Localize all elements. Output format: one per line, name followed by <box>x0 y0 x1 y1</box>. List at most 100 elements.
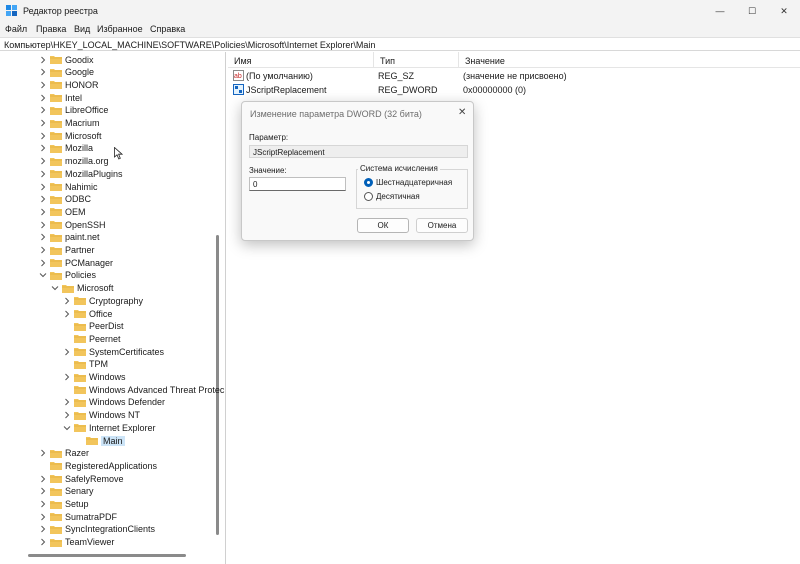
ok-button[interactable]: ОК <box>357 218 409 233</box>
chevron-right-icon[interactable] <box>38 169 48 179</box>
tree-item[interactable]: Peernet <box>62 332 121 345</box>
tree-horizontal-scrollbar[interactable] <box>28 554 186 557</box>
tree-item[interactable]: Nahimic <box>38 180 98 193</box>
menu-favorites[interactable]: Избранное <box>97 24 143 34</box>
chevron-right-icon[interactable] <box>38 67 48 77</box>
chevron-right-icon[interactable] <box>62 296 72 306</box>
tree-item[interactable]: Setup <box>38 498 89 511</box>
chevron-right-icon[interactable] <box>38 258 48 268</box>
tree-item[interactable]: SystemCertificates <box>62 345 164 358</box>
tree-item[interactable]: Senary <box>38 485 94 498</box>
tree-item[interactable]: SyncIntegrationClients <box>38 523 155 536</box>
tree-item[interactable]: Windows <box>62 371 126 384</box>
tree-item[interactable]: Windows NT <box>62 409 140 422</box>
menu-file[interactable]: Файл <box>5 24 27 34</box>
chevron-right-icon[interactable] <box>38 80 48 90</box>
chevron-right-icon[interactable] <box>38 486 48 496</box>
title-bar: Редактор реестра — ☐ ✕ <box>0 0 800 22</box>
chevron-right-icon[interactable] <box>38 182 48 192</box>
hex-radio-label[interactable]: Шестнадцатеричная <box>376 178 452 187</box>
hex-radio[interactable] <box>364 178 373 187</box>
chevron-right-icon[interactable] <box>38 499 48 509</box>
chevron-right-icon[interactable] <box>38 245 48 255</box>
address-bar[interactable]: Компьютер\HKEY_LOCAL_MACHINE\SOFTWARE\Po… <box>0 37 800 51</box>
tree-item[interactable]: Partner <box>38 244 95 257</box>
cancel-button[interactable]: Отмена <box>416 218 468 233</box>
tree-item[interactable]: Microsoft <box>50 282 114 295</box>
tree-item[interactable]: Mozilla <box>38 142 93 155</box>
tree-item[interactable]: Razer <box>38 447 89 460</box>
tree-item[interactable]: mozilla.org <box>38 155 109 168</box>
tree-item[interactable]: Goodix <box>38 53 94 66</box>
tree-item[interactable]: Microsoft <box>38 129 102 142</box>
column-header-value[interactable]: Значение <box>459 52 800 68</box>
chevron-right-icon[interactable] <box>38 194 48 204</box>
tree-item-label: SumatraPDF <box>65 511 118 522</box>
menu-edit[interactable]: Правка <box>36 24 66 34</box>
chevron-down-icon[interactable] <box>38 270 48 280</box>
tree-item[interactable]: OEM <box>38 205 86 218</box>
value-row-jscriptreplacement[interactable]: JScriptReplacement REG_DWORD 0x00000000 … <box>228 83 800 96</box>
edit-dword-dialog: Изменение параметра DWORD (32 бита) ✕ Па… <box>241 101 474 241</box>
value-data-input[interactable]: 0 <box>249 177 346 191</box>
column-header-name[interactable]: Имя <box>228 52 374 68</box>
chevron-right-icon[interactable] <box>62 372 72 382</box>
tree-item[interactable]: Policies <box>38 269 96 282</box>
chevron-right-icon[interactable] <box>38 55 48 65</box>
tree-item[interactable]: Intel <box>38 91 82 104</box>
tree-item[interactable]: Office <box>62 307 112 320</box>
chevron-right-icon[interactable] <box>38 448 48 458</box>
tree-item[interactable]: OpenSSH <box>38 218 106 231</box>
chevron-right-icon[interactable] <box>38 93 48 103</box>
chevron-right-icon[interactable] <box>38 105 48 115</box>
dialog-close-icon[interactable]: ✕ <box>458 107 466 118</box>
chevron-right-icon[interactable] <box>38 118 48 128</box>
tree-item[interactable]: Macrium <box>38 117 100 130</box>
tree-item[interactable]: Cryptography <box>62 294 143 307</box>
chevron-right-icon[interactable] <box>38 207 48 217</box>
chevron-right-icon[interactable] <box>38 474 48 484</box>
chevron-right-icon[interactable] <box>38 156 48 166</box>
tree-item[interactable]: TPM <box>62 358 108 371</box>
column-header-type[interactable]: Тип <box>374 52 459 68</box>
menu-view[interactable]: Вид <box>74 24 90 34</box>
tree-item[interactable]: PCManager <box>38 256 113 269</box>
tree-item[interactable]: RegisteredApplications <box>38 459 157 472</box>
chevron-down-icon[interactable] <box>50 283 60 293</box>
chevron-right-icon[interactable] <box>62 397 72 407</box>
chevron-right-icon[interactable] <box>38 232 48 242</box>
chevron-right-icon[interactable] <box>38 512 48 522</box>
value-row-default[interactable]: ab (По умолчанию) REG_SZ (значение не пр… <box>228 69 800 82</box>
tree-item[interactable]: paint.net <box>38 231 100 244</box>
chevron-right-icon[interactable] <box>62 309 72 319</box>
chevron-right-icon[interactable] <box>38 220 48 230</box>
tree-item[interactable]: SumatraPDF <box>38 510 117 523</box>
menu-help[interactable]: Справка <box>150 24 185 34</box>
address-path[interactable]: Компьютер\HKEY_LOCAL_MACHINE\SOFTWARE\Po… <box>4 40 375 50</box>
tree-item[interactable]: Google <box>38 66 94 79</box>
tree-item[interactable]: Internet Explorer <box>62 421 156 434</box>
tree-item[interactable]: Windows Advanced Threat Protec <box>62 383 224 396</box>
tree-item[interactable]: SafelyRemove <box>38 472 124 485</box>
key-tree[interactable]: Goodix Google HONOR Intel LibreOffice Macrium… <box>0 52 226 564</box>
tree-item[interactable]: ODBC <box>38 193 91 206</box>
tree-item[interactable]: Windows Defender <box>62 396 165 409</box>
chevron-right-icon[interactable] <box>62 410 72 420</box>
chevron-right-icon[interactable] <box>38 143 48 153</box>
chevron-down-icon[interactable] <box>62 423 72 433</box>
tree-item[interactable]: MozillaPlugins <box>38 167 123 180</box>
tree-item[interactable]: PeerDist <box>62 320 124 333</box>
tree-item[interactable]: LibreOffice <box>38 104 108 117</box>
dec-radio[interactable] <box>364 192 373 201</box>
tree-item[interactable]: Main <box>74 434 125 447</box>
chevron-right-icon[interactable] <box>62 347 72 357</box>
dec-radio-label[interactable]: Десятичная <box>376 192 420 201</box>
chevron-right-icon[interactable] <box>38 537 48 547</box>
chevron-right-icon[interactable] <box>38 524 48 534</box>
tree-item[interactable]: HONOR <box>38 78 99 91</box>
close-button[interactable]: ✕ <box>764 0 800 22</box>
chevron-right-icon[interactable] <box>38 131 48 141</box>
tree-item-label: TeamViewer <box>65 537 115 548</box>
tree-item[interactable]: TeamViewer <box>38 536 114 549</box>
